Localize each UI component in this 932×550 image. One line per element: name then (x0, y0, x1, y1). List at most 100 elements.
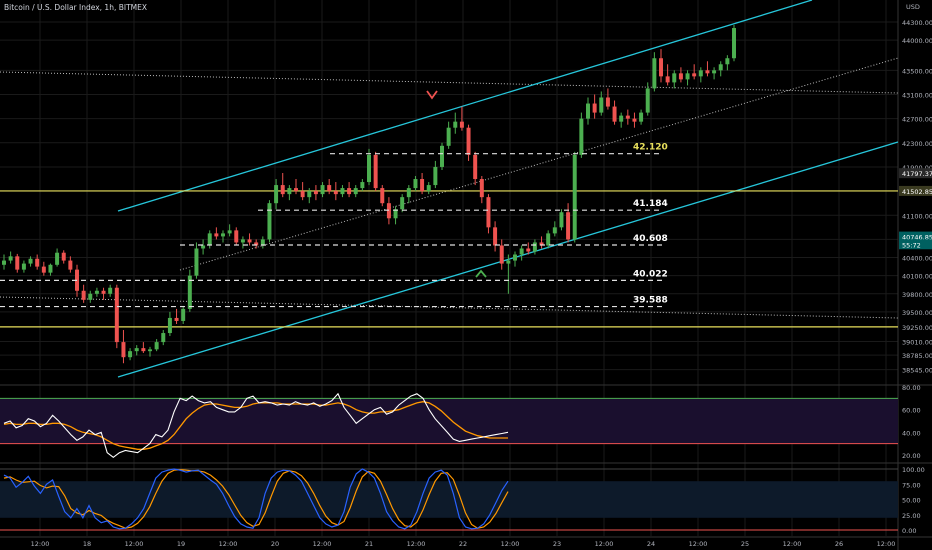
price-tick: 44300.00 (902, 19, 932, 27)
candle-body (499, 245, 504, 264)
candle-body (639, 112, 644, 122)
candle-body (101, 290, 106, 294)
candle-body (718, 64, 723, 71)
candle-body (307, 191, 312, 198)
price-tick: 38785.00 (902, 352, 932, 360)
candle-body (685, 73, 690, 80)
price-tick: 42300.00 (902, 140, 932, 148)
candle-body (340, 188, 345, 195)
time-tick: 12:00 (219, 540, 238, 548)
time-tick: 12:00 (689, 540, 708, 548)
candle-body (121, 342, 126, 358)
candle-body (154, 342, 159, 350)
candle-body (353, 188, 358, 195)
time-tick: 20 (271, 540, 279, 548)
price-tick: 38545.00 (902, 367, 932, 375)
candle-body (148, 349, 152, 352)
time-tick: 24 (647, 540, 655, 548)
stoch-tick: 0.00 (902, 527, 916, 535)
candle-body (406, 188, 411, 198)
candle-body (605, 97, 610, 107)
candle-body (519, 248, 524, 255)
price-tick: 39500.00 (902, 309, 932, 317)
candle-body (692, 73, 697, 77)
candle-body (167, 317, 172, 334)
candle-body (732, 28, 736, 59)
candle-body (420, 179, 425, 192)
time-tick: 23 (553, 540, 561, 548)
candle-body (327, 185, 332, 192)
chart-svg[interactable]: 42.120 41.184 40.608 40.022 39.588 Bitcoin / … (0, 0, 932, 550)
candle-body (41, 266, 46, 273)
candle-body (114, 287, 119, 343)
candle-body (174, 317, 179, 321)
candle-body (280, 185, 285, 195)
price-tick: 43100.00 (902, 91, 932, 99)
candle-body (446, 127, 451, 146)
candle-body (426, 185, 431, 192)
candle-body (61, 252, 66, 261)
candle-body (247, 239, 252, 243)
price-tick: 44000.00 (902, 37, 932, 45)
candle-body (506, 260, 511, 264)
time-tick: 12:00 (125, 540, 144, 548)
candle-body (625, 115, 630, 119)
time-tick: 12:00 (407, 540, 426, 548)
chart-root: 42.120 41.184 40.608 40.022 39.588 Bitcoin / … (0, 0, 932, 550)
candle-body (705, 70, 710, 74)
candle-body (440, 145, 444, 167)
price-tick: 40100.00 (902, 273, 932, 281)
candle-body (108, 287, 113, 294)
rsi-tick: 40.00 (902, 429, 921, 437)
candle-body (486, 197, 491, 228)
candle-body (619, 115, 624, 122)
level-label: 40.022 (633, 269, 668, 279)
candle-body (586, 103, 590, 119)
candle-body (459, 121, 464, 128)
candle-body (35, 258, 40, 267)
candle-body (201, 245, 206, 249)
stoch-tick: 75.00 (902, 481, 921, 489)
candle-body (380, 188, 385, 204)
candle-body (453, 121, 458, 128)
candle-body (134, 348, 139, 352)
time-tick: 21 (365, 540, 373, 548)
candle-body (333, 191, 338, 195)
candle-body (559, 212, 564, 228)
candle-body (572, 154, 577, 240)
candle-body (94, 290, 99, 294)
time-tick: 19 (177, 540, 185, 548)
time-tick: 12:00 (783, 540, 802, 548)
level-label: 42.120 (633, 143, 668, 153)
candle-body (8, 256, 13, 261)
level-label: 39.588 (633, 296, 668, 306)
candle-body (566, 212, 571, 240)
price-tick: 39800.00 (902, 291, 932, 299)
time-tick: 26 (835, 540, 843, 548)
time-tick: 12:00 (31, 540, 50, 548)
candle-body (320, 185, 325, 195)
candle-body (373, 154, 378, 189)
stoch-tick: 25.00 (902, 512, 921, 520)
candle-body (48, 264, 53, 273)
candle-body (360, 182, 365, 189)
time-tick: 12:00 (877, 540, 896, 548)
candle-body (267, 203, 272, 240)
candle-body (552, 227, 557, 234)
time-tick: 18 (83, 540, 91, 548)
rsi-tick: 20.00 (902, 452, 921, 460)
time-tick: 12:00 (595, 540, 614, 548)
candle-body (181, 308, 186, 321)
candle-body (141, 348, 146, 352)
candle-body (227, 230, 232, 234)
candle-body (413, 179, 418, 189)
stoch-band (0, 481, 898, 518)
candle-body (207, 233, 212, 246)
candle-body (612, 106, 617, 122)
candle-body (81, 290, 86, 300)
currency-label: USD (906, 3, 920, 11)
price-tick: 43500.00 (902, 67, 932, 75)
rsi-tick: 80.00 (902, 384, 921, 392)
price-tick: 40400.00 (902, 255, 932, 263)
stoch-tick: 50.00 (902, 497, 921, 505)
